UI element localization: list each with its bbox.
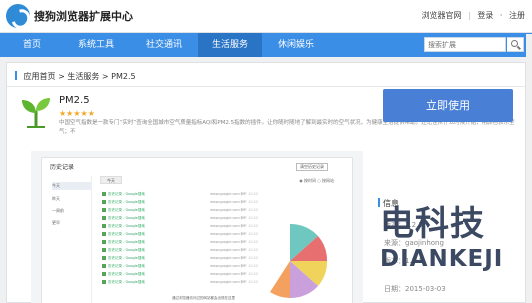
preview-clear-button: 清空历史记录 <box>296 163 328 171</box>
preview-footer: 通过浏览器访问过的网站都会出现在这里 <box>172 296 235 300</box>
breadcrumb-category[interactable]: 生活服务 <box>67 72 99 81</box>
scrollbar[interactable] <box>526 34 532 303</box>
preview-row: 历史记录 - Google搜索 www.google.com.hk 下午 10:12 <box>102 208 258 213</box>
nav-item-life-services[interactable]: 生活服务 <box>198 33 262 57</box>
sogou-logo-icon[interactable] <box>6 4 30 28</box>
preview-sidebar-item: 一周前 <box>52 208 64 213</box>
preview-sidebar-item: 昨天 <box>52 196 60 201</box>
preview-row: 历史记录 - Google搜索 www.google.com.hk 下午 10:12 <box>102 256 258 261</box>
preview-sidebar-item: 今天 <box>52 182 91 190</box>
breadcrumb: 应用首页 > 生活服务 > PM2.5 <box>15 71 136 82</box>
preview-row: 历史记录 - Google搜索 www.google.com.hk 下午 10:12 <box>102 280 258 285</box>
preview-row: 历史记录 - Google搜索 www.google.com.hk 下午 10:12 <box>102 232 258 237</box>
preview-color-chart <box>270 224 328 298</box>
browser-official-link[interactable]: 浏览器官网 <box>422 11 462 20</box>
preview-row: 历史记录 - Google搜索 www.google.com.hk 下午 10:12 <box>102 224 258 229</box>
rating-stars: ★★★★★ <box>59 109 95 118</box>
watermark-en: DIANKEJI <box>380 246 504 272</box>
preview-options: ◉ 按时间 ○ 按网站 <box>299 178 334 183</box>
site-title[interactable]: 搜狗浏览器扩展中心 <box>34 8 133 24</box>
preview-row: 历史记录 - Google搜索 www.google.com.hk 下午 10:12 <box>102 264 258 269</box>
search-input[interactable] <box>424 37 506 52</box>
app-name: PM2.5 <box>59 95 90 106</box>
preview-title: 历史记录 <box>50 164 75 171</box>
sprout-icon <box>17 93 55 131</box>
preview-row: 历史记录 - Google搜索 www.google.com.hk 下午 10:12 <box>102 240 258 245</box>
watermark-cn: 电科技 <box>380 204 485 244</box>
login-link[interactable]: 登录 <box>477 11 493 20</box>
preview-window: 历史记录 清空历史记录 今天 昨天 一周前 更早 今天 ◉ 按时间 ○ 按网站 … <box>41 157 353 303</box>
top-links: 浏览器官网 | 登录 · 注册 <box>418 10 525 21</box>
nav-item-home[interactable]: 首页 <box>4 33 60 57</box>
nav-item-social[interactable]: 社交通讯 <box>132 33 196 57</box>
nav-item-system-tools[interactable]: 系统工具 <box>64 33 128 57</box>
preview-row: 历史记录 - Google搜索 www.google.com.hk 下午 10:12 <box>102 192 258 197</box>
breadcrumb-home[interactable]: 应用首页 <box>24 72 56 81</box>
screenshot-preview[interactable]: 历史记录 清空历史记录 今天 昨天 一周前 更早 今天 ◉ 按时间 ○ 按网站 … <box>31 151 363 303</box>
top-bar: 搜狗浏览器扩展中心 浏览器官网 | 登录 · 注册 <box>0 0 532 33</box>
watermark: 电科技 DIANKEJI <box>380 196 530 296</box>
preview-row: 历史记录 - Google搜索 www.google.com.hk 下午 10:12 <box>102 248 258 253</box>
install-button[interactable]: 立即使用 <box>383 89 513 122</box>
link-separator: | <box>468 11 471 20</box>
link-dot: · <box>499 11 503 20</box>
breadcrumb-current: PM2.5 <box>111 72 136 81</box>
preview-row: 历史记录 - Google搜索 www.google.com.hk 下午 10:12 <box>102 272 258 277</box>
register-link[interactable]: 注册 <box>509 11 525 20</box>
preview-sidebar-item: 更早 <box>52 220 60 225</box>
preview-row: 历史记录 - Google搜索 www.google.com.hk 下午 10:12 <box>102 200 258 205</box>
preview-row: 历史记录 - Google搜索 www.google.com.hk 下午 10:12 <box>102 216 258 221</box>
preview-tab: 今天 <box>100 176 122 184</box>
main-nav: 首页 系统工具 社交通讯 生活服务 休闲娱乐 <box>0 33 532 57</box>
nav-item-entertainment[interactable]: 休闲娱乐 <box>264 33 328 57</box>
search-button[interactable] <box>507 37 524 52</box>
preview-sidebar: 今天 昨天 一周前 更早 <box>48 176 92 303</box>
